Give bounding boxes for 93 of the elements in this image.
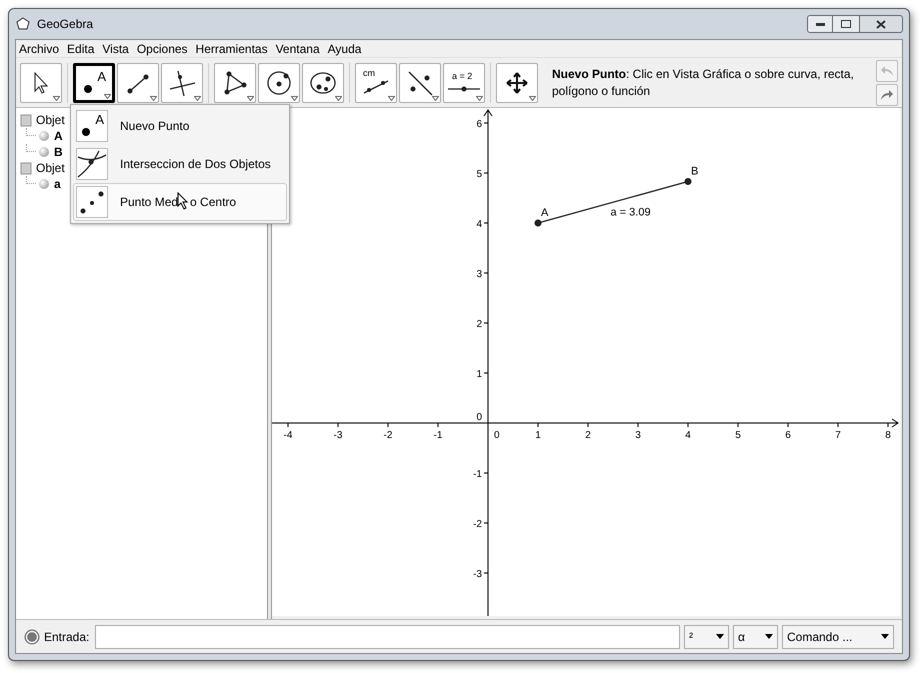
graphics-view[interactable]: -4 -3 -2 -1 0 1 2 3 4 5 6 7 8 6 5 4 3 2 1 0 -1 -2 -3 B A a = 3.09 [272,108,900,616]
dropdown-button[interactable]: ² [684,624,729,648]
input-field[interactable] [95,624,680,648]
axis-label: 4 [685,430,691,441]
menu-item[interactable]: Archivo [19,40,60,58]
axis-label: 1 [535,430,541,441]
tool-button[interactable] [117,62,159,102]
axis-label: -3 [334,430,342,441]
move-arrows-icon [505,70,529,94]
tool-menu-item[interactable]: Punto Med o Centro [73,183,287,221]
folder-icon[interactable] [20,162,32,174]
line-icon [406,68,434,96]
dropdown-triangle-icon [529,96,536,100]
menu-item[interactable]: Edita [67,40,94,58]
tool-button[interactable] [399,62,441,102]
restore-icon [841,20,851,28]
dropdown-triangle-icon [291,96,298,100]
tool-button[interactable] [161,62,203,102]
caret-icon [716,634,724,639]
axis-label: 0 [494,430,500,441]
axis-label: 2 [476,319,482,330]
input-label: Entrada: [44,628,90,646]
dropdown-button[interactable]: α [733,624,778,648]
dropdown-triangle-icon [53,96,60,100]
menu-item[interactable]: Herramientas [196,40,268,58]
point-label: A [541,207,548,219]
tree-item[interactable]: Objet [36,111,65,129]
axis-label: -4 [284,430,292,441]
axis-label: 2 [585,430,591,441]
redo-button[interactable] [876,84,898,106]
point[interactable] [684,178,692,185]
tool-button[interactable] [214,62,256,102]
tree-item[interactable]: A [54,127,63,145]
axis-label: 0 [476,412,482,423]
folder-icon[interactable] [20,114,32,126]
axis-label: -3 [473,569,482,580]
tool-button[interactable] [302,62,344,102]
tool-button[interactable] [20,62,62,102]
menu-item[interactable]: Vista [102,40,129,58]
axis-label: 8 [885,430,891,441]
tool-button[interactable]: a = 2 [443,62,485,102]
perpendicular-lines-icon [168,68,196,96]
close-icon [876,20,886,28]
tool-button[interactable]: A [73,62,115,102]
menu-item[interactable]: Ventana [276,40,320,58]
dropdown-triangle-icon [335,96,342,100]
caret-icon [765,634,773,639]
dropdown-button[interactable]: Comando ... [782,624,894,648]
menu-item[interactable]: Ayuda [328,40,362,58]
axis-label: 5 [735,430,741,441]
window-title: GeoGebra [37,16,94,33]
menu-item[interactable]: Opciones [136,40,188,58]
dropdown-triangle-icon [150,96,157,100]
dropdown-triangle-icon [194,96,201,100]
undo-icon [880,64,894,76]
axis-label: 6 [785,430,791,441]
axis-label: -1 [434,430,442,441]
dropdown-triangle-icon [247,96,254,100]
axis-label: -2 [473,519,482,530]
close-button[interactable] [859,15,903,33]
redo-icon [880,88,894,100]
tree-item[interactable]: a [54,175,61,193]
minimize-icon [816,22,824,26]
axis-label: 1 [476,369,482,380]
tool-button[interactable]: cm [355,62,397,102]
tool-help-text: Nuevo Punto: Clic en Vista Gráfica o sobre curva, recta, polígono o función [552,66,854,98]
axis-label: 4 [476,219,482,230]
axis-label: 3 [476,269,482,280]
app-logo-icon [15,16,31,32]
point-label: B [691,166,698,178]
dropdown-triangle-icon [104,94,111,98]
minimize-button[interactable] [807,15,833,33]
axis-label: 5 [476,169,482,180]
maximize-button[interactable] [833,15,859,33]
tool-button[interactable] [258,62,300,102]
axis-label: -2 [384,430,392,441]
circle-icon [265,68,293,96]
axis-label: 6 [476,119,482,130]
mouse-cursor-icon [177,192,189,210]
axis-label: 7 [835,430,841,441]
tool-button[interactable] [496,62,538,102]
axis-label: 3 [635,430,641,441]
segment-label: a = 3.09 [610,206,651,218]
dropdown-triangle-icon [388,96,395,100]
axis-label: -1 [473,469,482,480]
tree-item[interactable]: B [54,143,63,161]
dropdown-triangle-icon [432,96,439,100]
intersection-icon [77,149,107,179]
tree-item[interactable]: Objet [36,159,65,177]
caret-icon [881,634,889,639]
point[interactable] [534,220,542,226]
help-icon[interactable] [24,628,40,644]
dropdown-triangle-icon [476,96,483,100]
